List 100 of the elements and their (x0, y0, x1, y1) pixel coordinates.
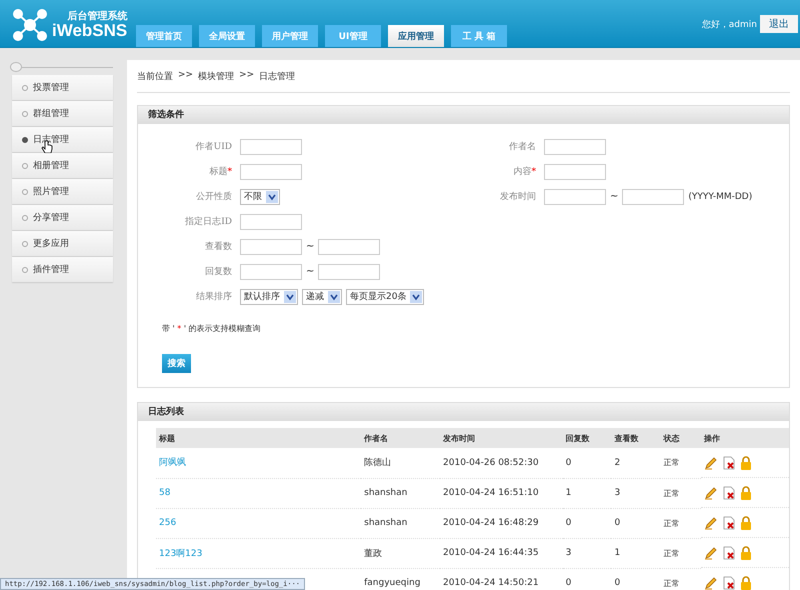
table-cell: 2010-04-24 16:44:35 (440, 538, 563, 568)
input-field[interactable] (240, 264, 302, 280)
field-label: 标题* (208, 166, 232, 178)
pencil-icon[interactable] (704, 576, 718, 590)
breadcrumb-item: 模块管理 (198, 70, 234, 83)
input-field[interactable] (240, 164, 302, 180)
logo-subtitle: 后台管理系统 (67, 12, 128, 22)
logo-icon (12, 8, 48, 42)
field-label: 内容* (512, 166, 536, 178)
logout-button[interactable]: 退出 (760, 15, 798, 33)
table-cell: 0 (562, 448, 612, 478)
dropdown[interactable]: 每页显示20条 (346, 288, 424, 304)
greeting-text: 您好，admin (702, 18, 757, 30)
sidebar-item[interactable]: 更多应用 (12, 231, 113, 256)
field-label: 指定日志ID (184, 216, 232, 228)
logo-text: iWebSNS (52, 22, 128, 38)
dropdown[interactable]: 默认排序 (240, 288, 298, 304)
table-cell: 0 (611, 568, 660, 590)
field-label: 查看数 (204, 240, 232, 253)
table-cell: 正常 (660, 538, 702, 568)
field-label: 回复数 (204, 266, 232, 278)
table-cell: 3 (562, 538, 612, 568)
table-cell: 正常 (660, 478, 702, 508)
input-field[interactable] (240, 138, 302, 154)
lock-icon[interactable] (740, 516, 752, 530)
breadcrumb-separator: >> (239, 70, 254, 82)
input-field[interactable] (622, 188, 684, 204)
table-cell: 正常 (660, 448, 702, 478)
delete-icon[interactable] (722, 516, 736, 530)
dropdown[interactable]: 不限 (240, 188, 280, 204)
input-field[interactable] (240, 214, 302, 230)
collapse-handle[interactable] (10, 62, 22, 72)
sidebar-item[interactable]: 照片管理 (12, 179, 113, 204)
pencil-icon[interactable] (704, 516, 718, 530)
pencil-icon[interactable] (704, 546, 718, 560)
nav-tab[interactable]: 应用管理 (388, 25, 444, 47)
breadcrumb-item: 日志管理 (259, 70, 296, 83)
sidebar-item[interactable]: 群组管理 (12, 101, 113, 126)
table-cell: 正常 (660, 508, 702, 538)
column-header: 作者名 (361, 428, 440, 448)
table-cell: 2 (611, 448, 660, 478)
lock-icon[interactable] (740, 486, 752, 500)
table-cell: fangyueqing (361, 568, 440, 590)
sidebar-item[interactable]: 投票管理 (12, 75, 113, 100)
column-header: 标题 (156, 428, 362, 448)
delete-icon[interactable] (722, 456, 736, 470)
field-label: 作者UID (194, 140, 232, 153)
table-cell: shanshan (361, 508, 440, 538)
field-label: 结果排序 (195, 290, 232, 303)
range-separator: ~ (610, 191, 618, 202)
caret-icon (266, 190, 278, 202)
table-cell: 2010-04-24 14:50:21 (440, 568, 563, 590)
pencil-icon[interactable] (704, 486, 718, 500)
breadcrumb-separator: >> (178, 70, 194, 82)
table-cell: 0 (562, 568, 612, 590)
table-cell: 2010-04-24 16:51:10 (440, 478, 563, 508)
field-label: 作者名 (508, 140, 536, 153)
lock-icon[interactable] (740, 546, 752, 560)
breadcrumb-item: 当前位置 (137, 70, 173, 83)
field-label: 发布时间 (499, 190, 536, 203)
caret-icon (410, 290, 422, 302)
lock-icon[interactable] (740, 456, 752, 470)
pencil-icon[interactable] (704, 456, 718, 470)
table-cell: 3 (611, 478, 660, 508)
caret-icon (284, 290, 296, 302)
lock-icon[interactable] (740, 576, 752, 590)
delete-icon[interactable] (722, 546, 736, 560)
table-cell: 正常 (660, 568, 702, 590)
range-separator: ~ (306, 266, 314, 277)
panel-title: 日志列表 (138, 403, 789, 421)
field-label: 公开性质 (195, 190, 232, 203)
delete-icon[interactable] (722, 576, 736, 590)
table-cell: 董政 (361, 538, 440, 568)
panel-title: 筛选条件 (138, 106, 789, 124)
table-cell: shanshan (361, 478, 440, 508)
column-header: 操作 (701, 428, 789, 448)
table-cell: 陈德山 (361, 448, 440, 478)
table-cell: 0 (562, 508, 612, 538)
table-cell: 2010-04-26 08:52:30 (440, 448, 563, 478)
input-field[interactable] (544, 164, 606, 180)
column-header: 状态 (660, 428, 702, 448)
column-header: 发布时间 (440, 428, 563, 448)
sidebar-item[interactable]: 插件管理 (12, 257, 113, 282)
input-field[interactable] (318, 264, 380, 280)
dropdown[interactable]: 递减 (302, 288, 342, 304)
input-field[interactable] (544, 188, 606, 204)
sidebar-item[interactable]: 分享管理 (12, 205, 113, 230)
table-cell: 1 (562, 478, 612, 508)
table-cell: 0 (611, 508, 660, 538)
table-cell: 1 (611, 538, 660, 568)
caret-icon (328, 290, 340, 302)
column-header: 回复数 (562, 428, 612, 448)
fuzzy-search-note: 带 ' * ' 的表示支持模糊查询 (162, 323, 262, 334)
sidebar-item[interactable]: 相册管理 (12, 153, 113, 178)
table-cell: 2010-04-24 16:48:29 (440, 508, 563, 538)
input-field[interactable] (318, 238, 380, 254)
delete-icon[interactable] (722, 486, 736, 500)
input-field[interactable] (240, 238, 302, 254)
input-field[interactable] (544, 138, 606, 154)
range-separator: ~ (306, 241, 314, 252)
